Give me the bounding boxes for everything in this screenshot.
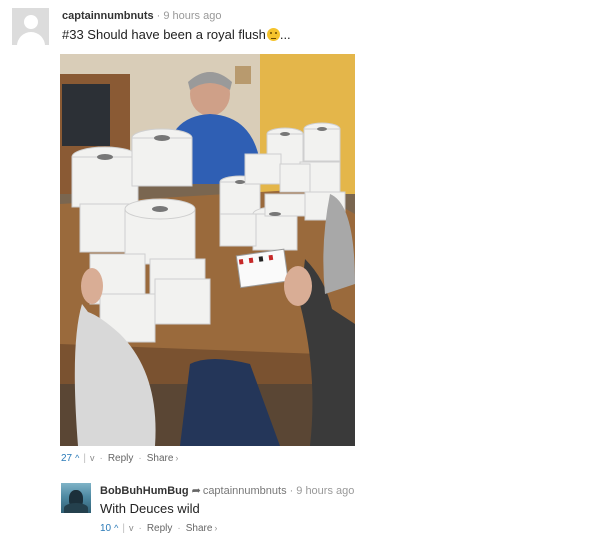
separator-dot: · <box>138 453 142 464</box>
upvote-count: 27 <box>61 453 73 464</box>
reply-avatar[interactable] <box>61 483 91 513</box>
reply-button[interactable]: Reply <box>147 523 173 534</box>
separator-dot: · <box>289 485 294 497</box>
share-button[interactable]: Share <box>186 523 213 534</box>
reply-actions: 10 ^ | v · Reply · Share › <box>100 522 217 535</box>
reply-timestamp[interactable]: 9 hours ago <box>296 485 354 497</box>
photo-illustration <box>60 54 355 446</box>
upvote-icon[interactable]: ^ <box>114 523 118 533</box>
avatar-head-shape <box>24 15 38 29</box>
reply-arrow-icon: ➦ <box>191 485 201 497</box>
share-button[interactable]: Share <box>147 453 174 464</box>
comment-username[interactable]: captainnumbnuts <box>62 10 154 22</box>
separator-dot: · <box>177 523 181 534</box>
avatar-figure-base-shape <box>64 503 88 513</box>
comment-photo[interactable] <box>60 54 355 446</box>
separator-dot: · <box>99 453 103 464</box>
comment-ellipsis: ... <box>279 27 291 42</box>
unamused-face-emoji-icon <box>266 28 280 41</box>
avatar[interactable] <box>12 8 49 45</box>
chevron-right-icon[interactable]: › <box>175 453 178 463</box>
chevron-right-icon[interactable]: › <box>214 523 217 533</box>
vote-divider: | <box>83 453 86 464</box>
vote-divider: | <box>122 523 125 534</box>
comment-timestamp[interactable]: 9 hours ago <box>163 10 221 22</box>
reply-body: With Deuces wild <box>100 501 200 516</box>
reply-button[interactable]: Reply <box>108 453 134 464</box>
downvote-icon[interactable]: v <box>90 453 95 463</box>
downvote-icon[interactable]: v <box>129 523 134 533</box>
comment-header: captainnumbnuts · 9 hours ago <box>62 10 221 23</box>
reply-to-username[interactable]: captainnumbnuts <box>203 485 287 497</box>
avatar-shoulders-shape <box>17 32 45 45</box>
separator-dot: · <box>138 523 142 534</box>
upvote-icon[interactable]: ^ <box>75 453 79 463</box>
comment-text: #33 Should have been a royal flush... <box>62 27 291 43</box>
reply-username[interactable]: BobBuhHumBug <box>100 485 189 497</box>
comment-actions: 27 ^ | v · Reply · Share › <box>61 452 178 465</box>
separator-dot: · <box>156 10 161 22</box>
reply-header: BobBuhHumBug ➦ captainnumbnuts · 9 hours ago <box>100 485 354 498</box>
comment-body: #33 Should have been a royal flush <box>62 27 266 42</box>
upvote-count: 10 <box>100 523 112 534</box>
